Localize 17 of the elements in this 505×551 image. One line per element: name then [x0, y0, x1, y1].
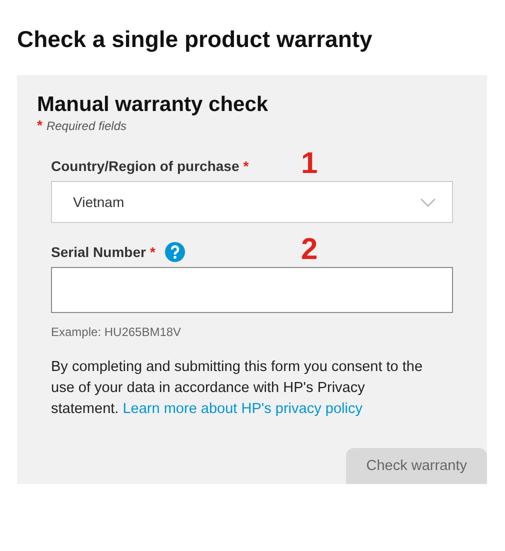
- privacy-policy-link[interactable]: Learn more about HP's privacy policy: [122, 401, 362, 417]
- serial-number-field[interactable]: [51, 267, 453, 313]
- annotation-number: 2: [301, 235, 318, 265]
- help-icon[interactable]: [165, 242, 186, 262]
- required-mark: *: [243, 158, 249, 174]
- page-title: Check a single product warranty: [17, 26, 374, 53]
- required-mark: *: [37, 117, 42, 133]
- country-select[interactable]: Vietnam: [51, 181, 453, 223]
- field-label: Serial Number: [51, 244, 146, 260]
- example-hint: Example: HU265BM18V: [51, 325, 182, 339]
- required-note: Required fields: [46, 119, 126, 133]
- field-label: Country/Region of purchase: [51, 158, 240, 174]
- form-heading: Manual warranty check: [37, 93, 270, 117]
- chevron-down-icon: [420, 198, 436, 206]
- annotation-number: 1: [301, 149, 318, 179]
- required-mark: *: [150, 244, 156, 260]
- consent-text: By completing and submitting this form you consent to the use of your data in accordance with HP's Privacy statement. Learn more about HP's privacy policy: [50, 358, 424, 419]
